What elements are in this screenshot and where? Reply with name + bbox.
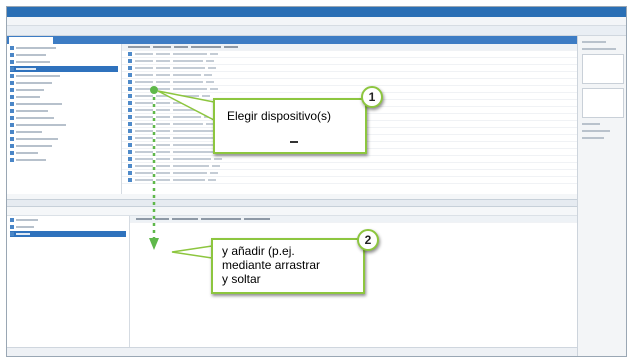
callout-2-number-badge: 2 <box>357 229 379 251</box>
callout-1-number-badge: 1 <box>361 86 383 108</box>
arrow-start-dot <box>150 86 158 94</box>
arrow-head-icon <box>149 238 159 250</box>
callout-2-pointer <box>171 245 213 259</box>
flow-arrow-overlay <box>149 86 215 259</box>
callout-2-text: y añadir (p.ej. mediante arrastrar y sol… <box>222 244 321 286</box>
dash-icon <box>290 141 298 143</box>
callout-1-pointer <box>157 90 215 122</box>
callout-1: Elegir dispositivo(s) <box>213 98 367 154</box>
callout-1-text: Elegir dispositivo(s) <box>227 109 332 123</box>
callout-2: y añadir (p.ej. mediante arrastrar y sol… <box>211 238 365 294</box>
